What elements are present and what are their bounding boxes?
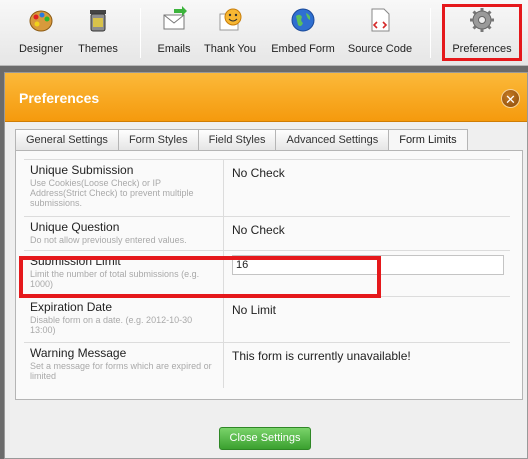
- globe-icon: [289, 6, 317, 34]
- tab-field-styles[interactable]: Field Styles: [197, 129, 277, 151]
- embed-form-button[interactable]: Embed Form: [270, 6, 336, 62]
- tab-advanced-settings[interactable]: Advanced Settings: [275, 129, 390, 151]
- row-title: Unique Question: [30, 220, 120, 234]
- row-label-cell: Unique Submission Use Cookies(Loose Chec…: [24, 160, 224, 216]
- unique-submission-value[interactable]: No Check: [232, 166, 285, 180]
- embed-form-label: Embed Form: [271, 43, 335, 55]
- source-code-label: Source Code: [347, 43, 413, 55]
- unique-submission-row: Unique Submission Use Cookies(Loose Chec…: [24, 159, 510, 216]
- dialog-title: Preferences: [19, 90, 100, 106]
- thank-you-label: Thank You: [204, 43, 256, 55]
- email-icon: [160, 6, 188, 34]
- themes-button[interactable]: Themes: [74, 6, 122, 62]
- row-title: Unique Submission: [30, 163, 134, 177]
- row-description: Use Cookies(Loose Check) or IP Address(S…: [30, 178, 194, 208]
- warning-message-row: Warning Message Set a message for forms …: [24, 342, 510, 388]
- close-settings-button[interactable]: Close Settings: [219, 427, 311, 450]
- row-label-cell: Unique Question Do not allow previously …: [24, 217, 224, 250]
- tab-general-settings[interactable]: General Settings: [15, 129, 119, 151]
- row-title: Warning Message: [30, 346, 127, 360]
- expiration-date-value[interactable]: No Limit: [232, 303, 276, 317]
- thank-you-button[interactable]: Thank You: [202, 6, 258, 62]
- row-description: Disable form on a date. (e.g. 2012-10-30…: [30, 315, 193, 335]
- palette-icon: [27, 6, 55, 34]
- paint-bucket-icon: [84, 6, 112, 34]
- preferences-dialog: Preferences ✕ General Settings Form Styl…: [4, 72, 528, 459]
- top-toolbar: Designer Themes Emails Thank You Embed F…: [0, 0, 528, 66]
- submission-limit-highlight-box: [19, 256, 381, 298]
- row-description: Do not allow previously entered values.: [30, 235, 187, 245]
- preferences-highlight-box: [442, 4, 522, 61]
- smiley-icon: [216, 6, 244, 34]
- themes-label: Themes: [78, 43, 118, 55]
- close-icon[interactable]: ✕: [501, 89, 520, 108]
- unique-question-row: Unique Question Do not allow previously …: [24, 216, 510, 250]
- emails-label: Emails: [157, 43, 191, 55]
- row-title: Expiration Date: [30, 300, 113, 314]
- designer-button[interactable]: Designer: [16, 6, 66, 62]
- dialog-header: Preferences ✕: [5, 73, 527, 122]
- tab-form-limits[interactable]: Form Limits: [388, 129, 468, 151]
- source-code-button[interactable]: Source Code: [346, 6, 414, 62]
- toolbar-divider: [140, 8, 141, 58]
- row-label-cell: Warning Message Set a message for forms …: [24, 343, 224, 388]
- unique-question-value[interactable]: No Check: [232, 223, 285, 237]
- toolbar-divider: [430, 8, 431, 58]
- warning-message-value[interactable]: This form is currently unavailable!: [232, 349, 411, 363]
- source-code-icon: [366, 6, 394, 34]
- expiration-date-row: Expiration Date Disable form on a date. …: [24, 296, 510, 342]
- designer-label: Designer: [18, 43, 64, 55]
- row-label-cell: Expiration Date Disable form on a date. …: [24, 297, 224, 342]
- settings-tabs: General Settings Form Styles Field Style…: [15, 129, 468, 151]
- row-description: Set a message for forms which are expire…: [30, 361, 212, 381]
- emails-button[interactable]: Emails: [154, 6, 194, 62]
- tab-form-styles[interactable]: Form Styles: [117, 129, 199, 151]
